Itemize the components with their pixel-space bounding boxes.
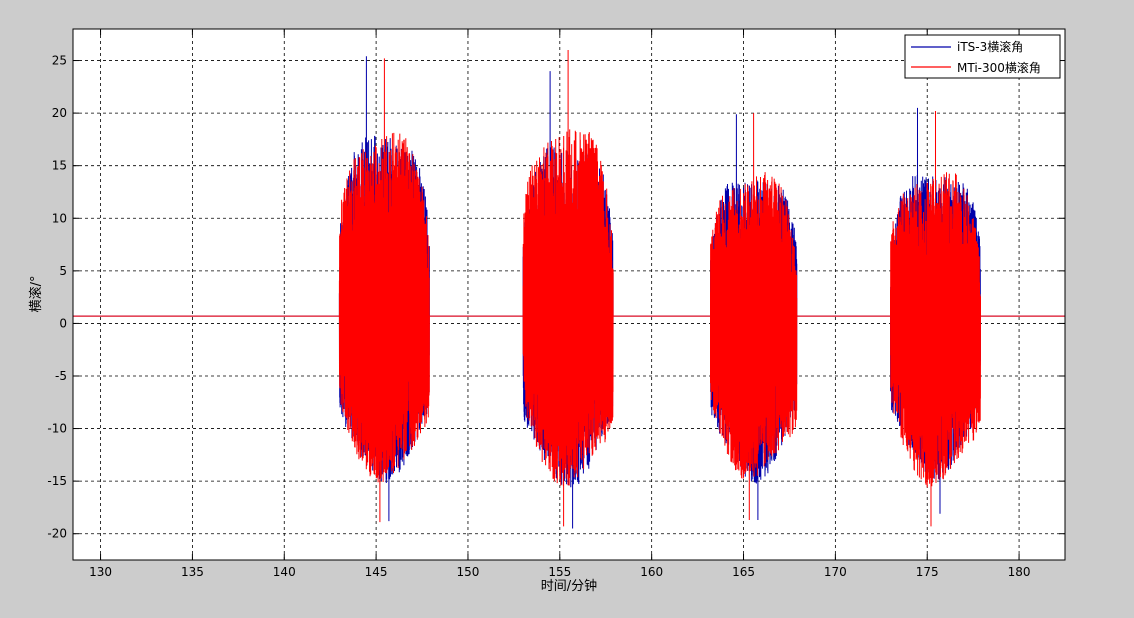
y-tick-label: -20 [47, 527, 67, 541]
y-tick-label: 0 [59, 316, 67, 330]
y-tick-label: 25 [52, 54, 67, 68]
x-tick-label: 150 [457, 565, 480, 579]
y-tick-label: 10 [52, 211, 67, 225]
x-tick-label: 140 [273, 565, 296, 579]
y-tick-label: 15 [52, 159, 67, 173]
x-tick-label: 165 [732, 565, 755, 579]
x-tick-label: 155 [548, 565, 571, 579]
legend-label-its3: iTS-3横滚角 [957, 39, 1023, 54]
y-tick-label: -15 [47, 474, 67, 488]
figure: 130 135 140 145 150 155 160 165 170 175 180 -20-15… [0, 0, 1134, 618]
legend: iTS-3横滚角 MTi-300横滚角 [904, 34, 1061, 79]
y-axis-label: 横滚/° [28, 276, 44, 313]
x-tick-label: 130 [89, 565, 112, 579]
x-axis-label: 时间/分钟 [541, 578, 597, 594]
x-tick-label: 160 [640, 565, 663, 579]
legend-label-mti300: MTi-300横滚角 [957, 60, 1041, 75]
x-tick-label: 145 [365, 565, 388, 579]
y-tick-label: -10 [47, 422, 67, 436]
y-tick-label: -5 [55, 369, 67, 383]
x-tick-label: 180 [1008, 565, 1031, 579]
y-tick-label: 5 [59, 264, 67, 278]
x-tick-label: 175 [916, 565, 939, 579]
x-tick-label: 135 [181, 565, 204, 579]
y-tick-label: 20 [52, 106, 67, 120]
x-tick-label: 170 [824, 565, 847, 579]
